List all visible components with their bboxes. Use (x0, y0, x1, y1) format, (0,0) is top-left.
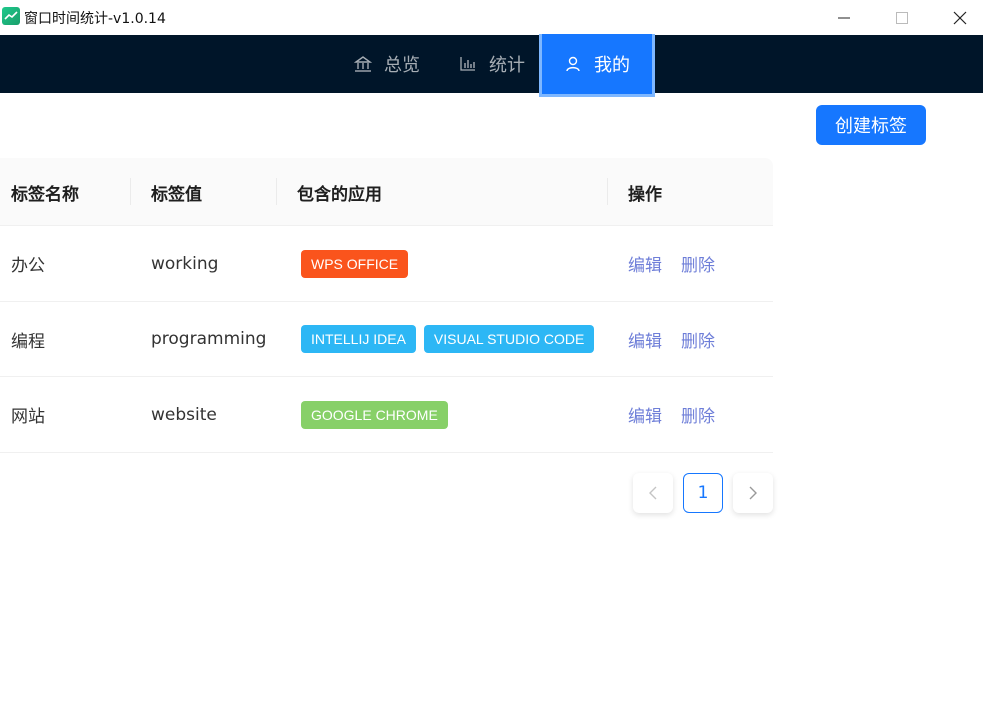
nav-label-overview: 总览 (384, 55, 420, 76)
column-header-apps[interactable]: 包含的应用 (297, 158, 382, 226)
column-header-value[interactable]: 标签值 (151, 158, 202, 226)
window-title: 窗口时间统计-v1.0.14 (24, 11, 166, 27)
column-divider (607, 178, 608, 205)
create-tag-button[interactable]: 创建标签 (816, 105, 926, 145)
tag-name-cell: 办公 (11, 256, 45, 276)
minimize-icon (838, 17, 850, 18)
table-row: 网站 website GOOGLE CHROME 编辑 删除 (0, 377, 773, 453)
tag-name-cell: 编程 (11, 331, 45, 352)
title-bar: 窗口时间统计-v1.0.14 (0, 0, 983, 35)
nav-label-stats: 统计 (489, 55, 525, 76)
nav-item-mine[interactable]: 我的 (539, 34, 655, 97)
nav-item-overview[interactable]: 总览 (354, 35, 420, 93)
column-divider (130, 178, 131, 205)
top-navigation: 总览 统计 我的 (0, 34, 983, 97)
edit-link[interactable]: 编辑 (628, 251, 662, 276)
apps-cell: GOOGLE CHROME (301, 377, 448, 452)
tags-table: 标签名称 标签值 包含的应用 操作 办公 working WPS OFFICE … (0, 158, 773, 453)
table-header: 标签名称 标签值 包含的应用 操作 (0, 158, 773, 226)
app-tag: VISUAL STUDIO CODE (423, 325, 595, 353)
chevron-left-icon (649, 486, 657, 500)
tag-value-cell: website (151, 404, 217, 425)
edit-link[interactable]: 编辑 (628, 402, 662, 427)
previous-page-button[interactable] (633, 473, 673, 513)
chevron-right-icon (749, 486, 757, 500)
apps-cell: WPS OFFICE (301, 226, 409, 301)
maximize-button[interactable] (876, 0, 928, 35)
app-tag: INTELLIJ IDEA (301, 325, 416, 353)
delete-link[interactable]: 删除 (681, 251, 715, 276)
bar-chart-icon (460, 57, 475, 71)
close-button[interactable] (934, 0, 983, 35)
close-icon (953, 11, 967, 24)
minimize-button[interactable] (818, 0, 870, 35)
nav-label-mine: 我的 (594, 55, 630, 76)
actions-cell: 编辑 删除 (628, 302, 734, 377)
bank-icon (354, 56, 372, 72)
tag-value-cell: programming (151, 329, 267, 349)
nav-item-stats[interactable]: 统计 (459, 35, 525, 93)
app-logo-icon (2, 7, 20, 25)
user-icon (566, 56, 580, 72)
actions-cell: 编辑 删除 (628, 226, 734, 301)
column-divider (276, 178, 277, 205)
tag-name-cell: 网站 (11, 407, 45, 427)
page-number-button[interactable]: 1 (683, 473, 723, 513)
edit-link[interactable]: 编辑 (628, 327, 662, 352)
apps-cell: INTELLIJ IDEA VISUAL STUDIO CODE (301, 302, 595, 377)
column-header-name[interactable]: 标签名称 (11, 158, 79, 226)
actions-cell: 编辑 删除 (628, 377, 734, 452)
maximize-icon (896, 11, 908, 24)
table-row: 办公 working WPS OFFICE 编辑 删除 (0, 226, 773, 302)
next-page-button[interactable] (733, 473, 773, 513)
delete-link[interactable]: 删除 (681, 327, 715, 352)
app-tag: GOOGLE CHROME (301, 400, 448, 429)
tag-value-cell: working (151, 253, 219, 274)
delete-link[interactable]: 删除 (681, 402, 715, 427)
table-row: 编程 programming INTELLIJ IDEA VISUAL STUD… (0, 302, 773, 377)
column-header-actions: 操作 (628, 184, 662, 205)
app-tag: WPS OFFICE (301, 249, 409, 278)
